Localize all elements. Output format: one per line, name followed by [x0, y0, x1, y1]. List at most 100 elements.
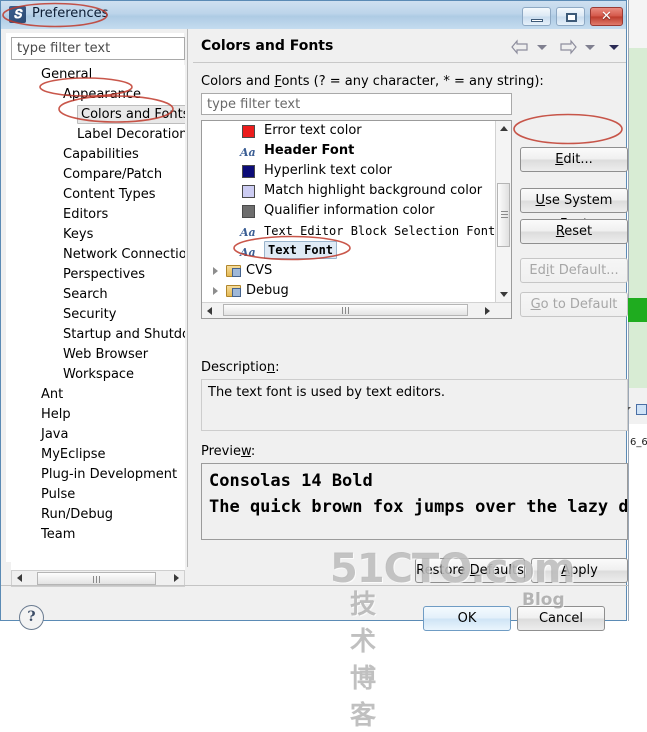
- folder-icon: [226, 265, 241, 277]
- sidebar-item-label: Web Browser: [63, 347, 149, 362]
- menu-dropdown-icon[interactable]: [609, 45, 619, 50]
- sidebar-item-general[interactable]: General: [11, 65, 185, 85]
- back-dropdown-icon[interactable]: [537, 45, 547, 50]
- pane-divider[interactable]: [187, 29, 188, 567]
- cancel-button[interactable]: Cancel: [517, 606, 605, 631]
- apply-mnemonic: A: [561, 563, 571, 578]
- sidebar-item-compare-patch[interactable]: Compare/Patch: [11, 165, 185, 185]
- sidebar-item-label: Run/Debug: [41, 507, 114, 522]
- color-swatch-icon: [242, 165, 255, 178]
- close-button[interactable]: ✕: [590, 7, 623, 26]
- restore-defaults-pre: Restore: [416, 563, 470, 578]
- btn-label-mnemonic: G: [530, 297, 541, 312]
- sidebar-item-network-connections[interactable]: Network Connections: [11, 245, 185, 265]
- list-item[interactable]: Error text color: [202, 121, 495, 141]
- title-divider: [193, 62, 626, 63]
- list-hscroll-thumb[interactable]: [223, 304, 468, 316]
- restore-defaults-button[interactable]: Restore Defaults: [415, 558, 525, 583]
- preview-label: Preview:: [201, 444, 255, 459]
- sidebar-item-team[interactable]: Team: [11, 525, 185, 545]
- sidebar-item-myeclipse[interactable]: MyEclipse: [11, 445, 185, 465]
- list-horizontal-scrollbar[interactable]: [202, 302, 511, 318]
- list-item[interactable]: Match highlight background color: [202, 181, 495, 201]
- sidebar-item-label: Perspectives: [63, 267, 146, 282]
- sidebar-item-web-browser[interactable]: Web Browser: [11, 345, 185, 365]
- footer-divider: [1, 585, 628, 586]
- btn-label-post: o to Default: [540, 297, 618, 312]
- font-filter-input[interactable]: type filter text: [201, 93, 512, 115]
- sidebar-item-label: Team: [41, 527, 76, 542]
- sidebar-item-search[interactable]: Search: [11, 285, 185, 305]
- list-item[interactable]: Qualifier information color: [202, 201, 495, 221]
- color-swatch-icon: [242, 125, 255, 138]
- description-text: The text font is used by text editors.: [208, 385, 446, 400]
- forward-dropdown-icon[interactable]: [585, 45, 595, 50]
- use-system-font-button[interactable]: Use System Font: [520, 188, 628, 232]
- list-item-label: Match highlight background color: [264, 183, 483, 198]
- ok-button[interactable]: OK: [423, 606, 511, 631]
- scroll-left-icon[interactable]: [17, 574, 22, 582]
- sidebar-item-run-debug[interactable]: Run/Debug: [11, 505, 185, 525]
- sidebar-item-colors-and-fonts[interactable]: Colors and Fonts: [11, 105, 185, 125]
- expand-twisty-icon[interactable]: [213, 267, 218, 275]
- apply-post: pply: [570, 563, 598, 578]
- sidebar-item-label: Appearance: [63, 87, 142, 102]
- sidebar-item-keys[interactable]: Keys: [11, 225, 185, 245]
- forward-arrow-icon[interactable]: [559, 39, 577, 55]
- sidebar-item-workspace[interactable]: Workspace: [11, 365, 185, 385]
- colors-and-fonts-list[interactable]: Error text color Aa Header Font Hyperlink t…: [201, 120, 512, 319]
- list-item[interactable]: Hyperlink text color: [202, 161, 495, 181]
- sidebar-item-java[interactable]: Java: [11, 425, 185, 445]
- scroll-left-icon[interactable]: [207, 307, 212, 315]
- back-arrow-icon[interactable]: [511, 39, 529, 55]
- reset-button[interactable]: Reset: [520, 219, 628, 244]
- sidebar-item-pulse[interactable]: Pulse: [11, 485, 185, 505]
- list-item-label: Header Font: [264, 143, 355, 158]
- description-label-mnemonic: n: [266, 360, 276, 375]
- btn-label-post: dit...: [563, 152, 593, 167]
- title-bar[interactable]: 𝐒 Preferences ✕: [1, 1, 626, 30]
- scroll-right-icon[interactable]: [485, 307, 490, 315]
- sidebar-scroll-thumb[interactable]: [37, 572, 156, 585]
- sidebar-item-ant[interactable]: Ant: [11, 385, 185, 405]
- sidebar-item-security[interactable]: Security: [11, 305, 185, 325]
- list-item[interactable]: Aa Text Editor Block Selection Font: [202, 221, 495, 241]
- sidebar-item-label: Pulse: [41, 487, 76, 502]
- sidebar-item-appearance[interactable]: Appearance: [11, 85, 185, 105]
- list-item[interactable]: Aa Text Font: [202, 241, 495, 261]
- sidebar-item-content-types[interactable]: Content Types: [11, 185, 185, 205]
- sidebar-filter-input[interactable]: type filter text: [11, 37, 185, 60]
- scroll-down-icon[interactable]: [500, 292, 508, 297]
- preview-label-post: :: [250, 444, 256, 459]
- sidebar-item-label: Editors: [63, 207, 109, 222]
- preview-line-2: The quick brown fox jumps over the lazy …: [209, 497, 628, 517]
- help-icon[interactable]: ?: [19, 605, 44, 630]
- preview-label-pre: Previe: [201, 444, 241, 459]
- grip-icon: [341, 307, 350, 314]
- sidebar-item-label-decorations[interactable]: Label Decorations: [11, 125, 185, 145]
- sidebar-item-plug-in-development[interactable]: Plug-in Development: [11, 465, 185, 485]
- background-small-text: 6_6: [630, 437, 647, 448]
- sidebar-item-perspectives[interactable]: Perspectives: [11, 265, 185, 285]
- sidebar-item-capabilities[interactable]: Capabilities: [11, 145, 185, 165]
- preview-line-1: Consolas 14 Bold: [209, 471, 373, 491]
- sidebar-item-startup-and-shutdown[interactable]: Startup and Shutdown: [11, 325, 185, 345]
- description-label-pre: Descriptio: [201, 360, 267, 375]
- scroll-right-icon[interactable]: [174, 574, 179, 582]
- expand-twisty-icon[interactable]: [213, 287, 218, 295]
- apply-button[interactable]: Apply: [531, 558, 628, 583]
- list-item[interactable]: Debug: [202, 281, 495, 301]
- list-item[interactable]: Aa Header Font: [202, 141, 495, 161]
- maximize-button[interactable]: [556, 7, 585, 26]
- scroll-up-icon[interactable]: [500, 126, 508, 131]
- list-vscroll-thumb[interactable]: [497, 183, 510, 247]
- edit-button[interactable]: Edit...: [520, 147, 628, 172]
- list-rows-container: Error text color Aa Header Font Hyperlink t…: [202, 121, 495, 302]
- sidebar-item-help[interactable]: Help: [11, 405, 185, 425]
- font-aa-icon: Aa: [240, 226, 256, 239]
- sidebar-item-editors[interactable]: Editors: [11, 205, 185, 225]
- preferences-tree[interactable]: General Appearance Colors and Fonts Label D…: [11, 65, 185, 570]
- list-item[interactable]: CVS: [202, 261, 495, 281]
- minimize-button[interactable]: [522, 7, 551, 26]
- list-vertical-scrollbar[interactable]: [495, 121, 511, 302]
